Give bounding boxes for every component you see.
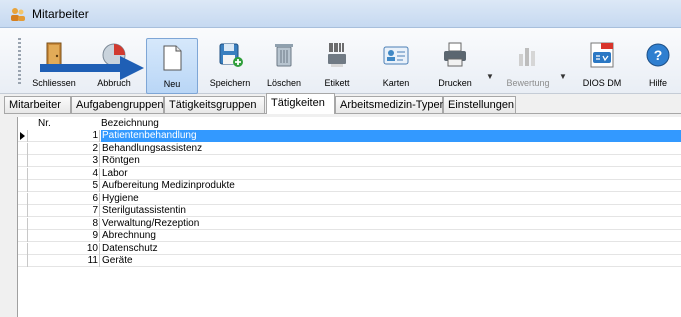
cell-nr[interactable]: 4 xyxy=(28,167,100,180)
cell-nr[interactable]: 6 xyxy=(28,192,100,205)
tab-arbeitsmedizin-typen[interactable]: Arbeitsmedizin-Typen xyxy=(335,96,446,114)
grid-header: Nr. Bezeichnung xyxy=(18,117,681,130)
save-button[interactable]: Speichern xyxy=(204,36,256,92)
cell-bezeichnung[interactable]: Verwaltung/Rezeption xyxy=(101,218,681,230)
table-row[interactable]: 9 Abrechnung xyxy=(18,230,681,242)
cell-bezeichnung[interactable]: Patientenbehandlung xyxy=(101,130,681,142)
cell-bezeichnung[interactable]: Behandlungsassistenz xyxy=(101,143,681,155)
help-icon: ? xyxy=(646,43,670,67)
help-button[interactable]: ? Hilfe xyxy=(636,36,680,92)
window-title: Mitarbeiter xyxy=(32,7,89,21)
row-indicator[interactable] xyxy=(18,130,28,142)
cell-bezeichnung[interactable]: Geräte xyxy=(101,255,681,267)
tab-einstellungen[interactable]: Einstellungen xyxy=(443,96,516,114)
qm-pdf-icon xyxy=(590,42,614,68)
table-row[interactable]: 4 Labor xyxy=(18,167,681,180)
label-printer-icon xyxy=(328,43,346,67)
rating-dropdown-arrow[interactable]: ▼ xyxy=(559,72,567,81)
cell-nr[interactable]: 7 xyxy=(28,205,100,217)
toolbar-grip[interactable] xyxy=(18,38,21,86)
tutorial-arrow-icon xyxy=(40,56,144,80)
delete-button[interactable]: Löschen xyxy=(258,36,310,92)
tab-divider xyxy=(4,113,681,114)
row-indicator[interactable] xyxy=(18,155,28,167)
cell-bezeichnung[interactable]: Abrechnung xyxy=(101,230,681,242)
row-indicator[interactable] xyxy=(18,167,28,180)
column-header-nr[interactable]: Nr. xyxy=(38,118,51,129)
cell-nr[interactable]: 9 xyxy=(28,230,100,242)
cell-bezeichnung[interactable]: Datenschutz xyxy=(101,243,681,255)
cell-bezeichnung[interactable]: Aufbereitung Medizinprodukte xyxy=(101,180,681,192)
cell-bezeichnung[interactable]: Hygiene xyxy=(101,193,681,205)
main-window: Mitarbeiter Schliessen Abbruch Neu Speic… xyxy=(0,0,681,317)
table-row[interactable]: 10 Datenschutz xyxy=(18,242,681,255)
print-button[interactable]: Drucken xyxy=(428,36,482,92)
title-bar: Mitarbeiter xyxy=(0,0,681,28)
row-indicator[interactable] xyxy=(18,255,28,267)
row-indicator[interactable] xyxy=(18,180,28,192)
row-indicator[interactable] xyxy=(18,230,28,242)
print-dropdown-arrow[interactable]: ▼ xyxy=(486,72,494,81)
cell-nr[interactable]: 11 xyxy=(28,255,100,267)
row-indicator[interactable] xyxy=(18,142,28,155)
save-icon xyxy=(219,43,243,67)
tab-mitarbeiter[interactable]: Mitarbeiter xyxy=(4,96,71,114)
contact-card-icon xyxy=(383,46,409,65)
row-indicator[interactable] xyxy=(18,205,28,217)
activities-grid: Nr. Bezeichnung 1 Patientenbehandlung 2 Beh… xyxy=(17,117,681,317)
row-indicator[interactable] xyxy=(18,242,28,255)
table-row[interactable]: 1 Patientenbehandlung xyxy=(18,130,681,142)
new-button[interactable]: Neu xyxy=(146,38,198,94)
toolbar: Schliessen Abbruch Neu Speichern Löschen… xyxy=(0,28,681,94)
cell-nr[interactable]: 5 xyxy=(28,180,100,192)
cell-bezeichnung[interactable]: Röntgen xyxy=(101,155,681,167)
printer-icon xyxy=(444,42,466,67)
tab-taetigkeiten[interactable]: Tätigkeiten xyxy=(266,93,335,114)
cell-bezeichnung[interactable]: Sterilgutassistentin xyxy=(101,205,681,217)
cell-nr[interactable]: 3 xyxy=(28,155,100,167)
row-indicator[interactable] xyxy=(18,192,28,205)
svg-text:?: ? xyxy=(654,47,663,63)
tab-taetigkeitsgruppen[interactable]: Tätigkeitsgruppen xyxy=(164,96,265,114)
dios-dm-button[interactable]: DIOS DM xyxy=(574,36,630,92)
app-icon xyxy=(11,8,25,21)
column-header-bezeichnung[interactable]: Bezeichnung xyxy=(101,118,159,129)
table-row[interactable]: 2 Behandlungsassistenz xyxy=(18,142,681,155)
tab-aufgabengruppen[interactable]: Aufgabengruppen xyxy=(71,96,164,114)
chart-icon xyxy=(519,48,535,66)
label-button[interactable]: Etikett xyxy=(312,36,362,92)
row-indicator[interactable] xyxy=(18,217,28,230)
table-row[interactable]: 5 Aufbereitung Medizinprodukte xyxy=(18,180,681,192)
rating-button[interactable]: Bewertung xyxy=(500,36,556,92)
current-row-pointer-icon xyxy=(20,132,25,140)
table-row[interactable]: 6 Hygiene xyxy=(18,192,681,205)
table-row[interactable]: 3 Röntgen xyxy=(18,155,681,167)
cell-nr[interactable]: 1 xyxy=(28,130,100,142)
cell-nr[interactable]: 2 xyxy=(28,142,100,155)
cards-button[interactable]: Karten xyxy=(370,36,422,92)
trash-icon xyxy=(275,44,293,67)
new-document-icon xyxy=(163,45,182,71)
table-row[interactable]: 7 Sterilgutassistentin xyxy=(18,205,681,217)
cell-bezeichnung[interactable]: Labor xyxy=(101,168,681,180)
cell-nr[interactable]: 8 xyxy=(28,217,100,230)
table-row[interactable]: 8 Verwaltung/Rezeption xyxy=(18,217,681,230)
table-row[interactable]: 11 Geräte xyxy=(18,255,681,267)
cell-nr[interactable]: 10 xyxy=(28,242,100,255)
